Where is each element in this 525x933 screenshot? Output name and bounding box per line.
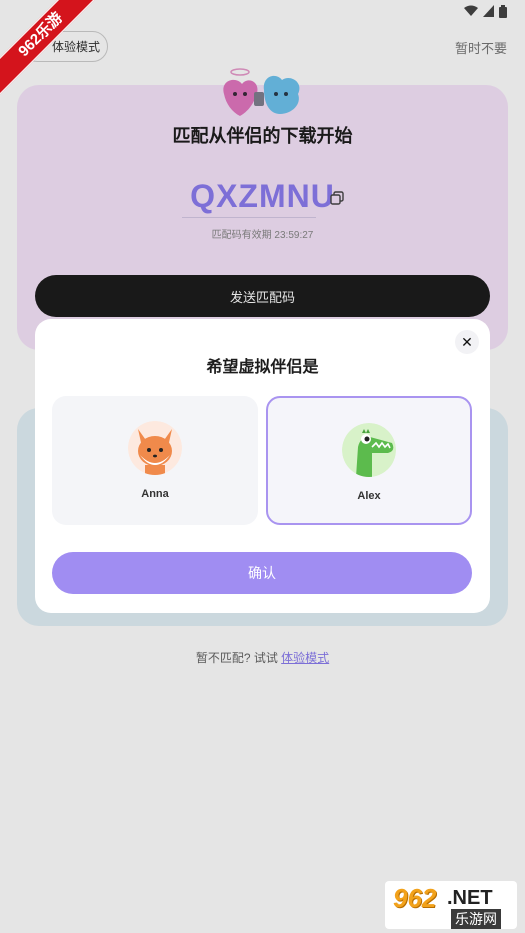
companion-select-dialog: ✕ 希望虚拟伴侣是 Anna Alex 确认: [35, 319, 490, 613]
close-icon: ✕: [461, 333, 473, 350]
confirm-button[interactable]: 确认: [52, 552, 472, 594]
logo-suffix: .NET: [447, 887, 493, 909]
close-button[interactable]: ✕: [455, 330, 479, 354]
site-watermark-logo: 962 .NET 乐游网: [385, 881, 517, 929]
option-name: Alex: [357, 490, 381, 502]
companion-option-alex[interactable]: Alex: [266, 396, 472, 525]
option-name: Anna: [141, 488, 169, 500]
fox-avatar-icon: [128, 421, 182, 475]
companion-option-anna[interactable]: Anna: [52, 396, 258, 525]
logo-number: 962: [393, 883, 437, 913]
dialog-title: 希望虚拟伴侣是: [206, 359, 319, 376]
logo-cn: 乐游网: [451, 909, 501, 929]
crocodile-avatar-icon: [342, 423, 396, 477]
